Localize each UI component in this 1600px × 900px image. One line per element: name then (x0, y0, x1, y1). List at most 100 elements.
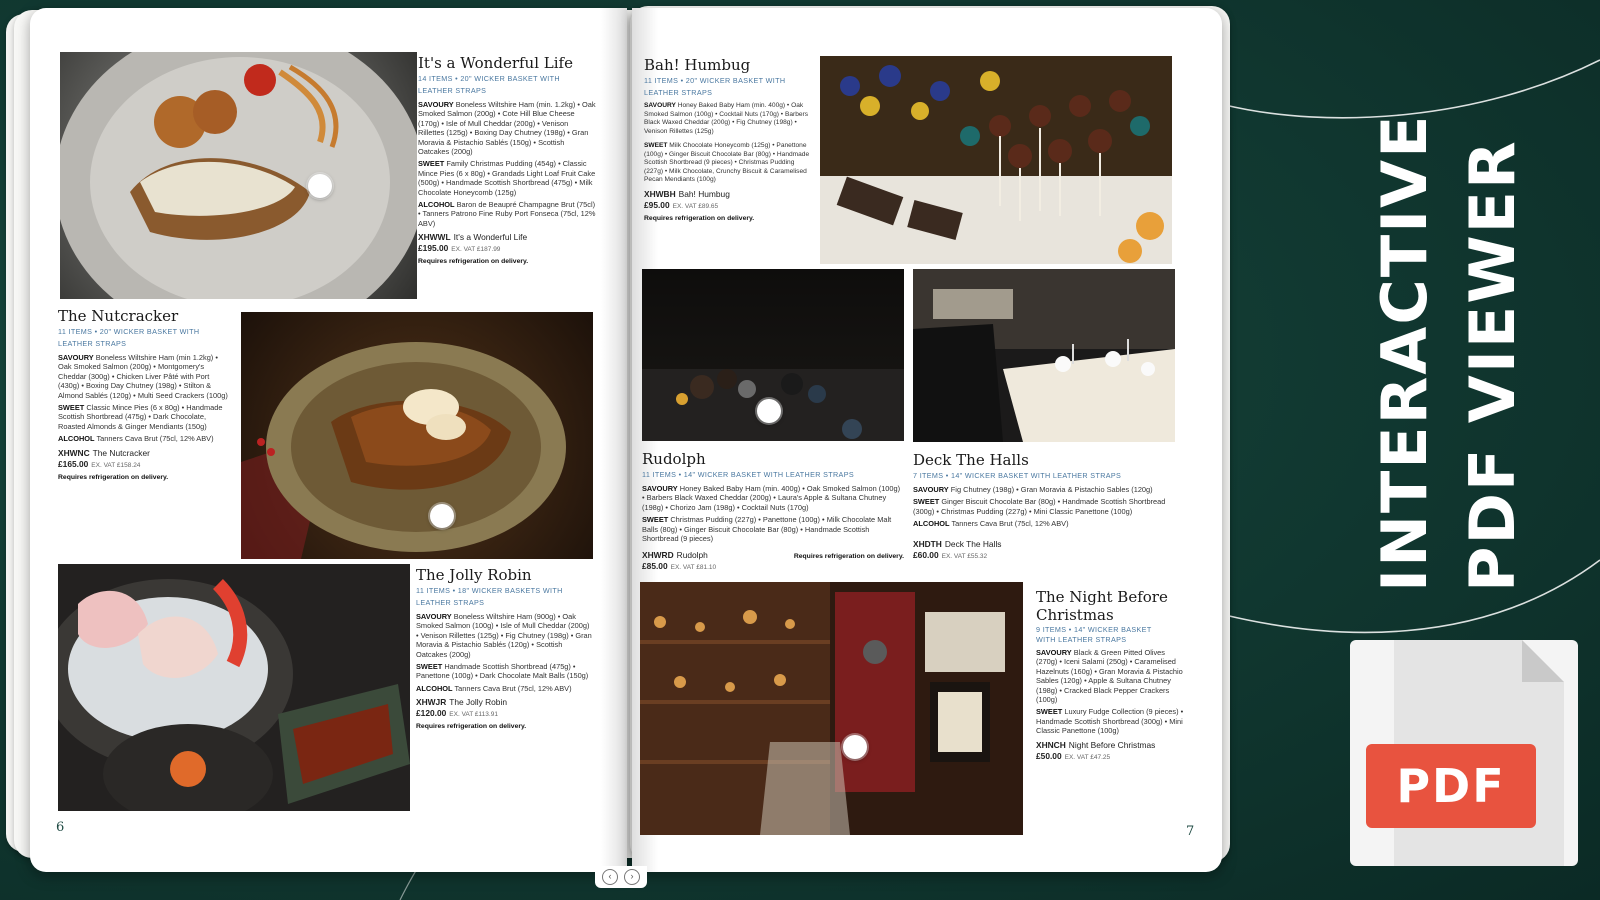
product-meta-line1: 14 ITEMS • 20" WICKER BASKET WITH (418, 74, 560, 83)
code-name: The Jolly Robin (449, 697, 507, 708)
product-title: The Jolly Robin (416, 566, 532, 584)
product-meta-line1: 11 ITEMS • 20" WICKER BASKET WITH (644, 76, 786, 85)
code-id: XHWBH (644, 188, 676, 199)
code-name: It's a Wonderful Life (453, 232, 528, 243)
product-block-jolly-robin: The Jolly Robin 11 ITEMS • 18" WICKER BA… (416, 566, 594, 730)
product-title: Deck The Halls (913, 451, 1029, 469)
product-meta-line1: 11 ITEMS • 20" WICKER BASKET WITH (58, 327, 200, 336)
product-alcohol: ALCOHOL Tanners Cava Brut (75cl, 12% ABV… (913, 519, 1175, 528)
pdf-label: PDF (1366, 744, 1536, 828)
product-meta: 11 ITEMS • 14" WICKER BASKET WITH LEATHE… (642, 469, 904, 481)
product-price: £120.00 EX. VAT £113.91 (416, 708, 594, 720)
product-sweet: SWEET Classic Mince Pies (6 x 80g) • Han… (58, 403, 230, 431)
product-meta-line1: 9 ITEMS • 14" WICKER BASKET (1036, 625, 1152, 634)
left-page-gutter-shadow (601, 8, 627, 872)
product-meta-line1: 7 ITEMS • 14" WICKER BASKET WITH LEATHER… (913, 471, 1122, 480)
banquet-table-illustration (913, 269, 1175, 442)
sweet-text: Christmas Pudding (227g) • Panettone (10… (642, 515, 892, 544)
pdf-file-badge: PDF (1350, 640, 1578, 866)
product-meta-line2: LEATHER STRAPS (418, 86, 487, 95)
product-sweet: SWEET Ginger Biscuit Chocolate Bar (80g)… (913, 497, 1175, 516)
refrigeration-note: Requires refrigeration on delivery. (644, 214, 755, 222)
savoury-label: SAVOURY (644, 102, 676, 109)
photo-hotspot[interactable] (430, 504, 454, 528)
product-title: The Nutcracker (58, 307, 179, 325)
product-meta: 11 ITEMS • 20" WICKER BASKET WITH LEATHE… (58, 326, 230, 350)
product-savoury: SAVOURY Honey Baked Baby Ham (min. 400g)… (644, 102, 812, 136)
product-title: Bah! Humbug (644, 56, 751, 74)
alcohol-label: ALCOHOL (58, 434, 95, 444)
product-price: £50.00 EX. VAT £47.25 (1036, 751, 1184, 763)
savoury-label: SAVOURY (416, 612, 452, 621)
shop-interior-illustration (640, 582, 1023, 835)
product-block-wonderful-life: It's a Wonderful Life 14 ITEMS • 20" WIC… (418, 54, 596, 265)
product-alcohol: ALCOHOL Baron de Beaupré Champagne Brut … (418, 200, 596, 228)
sweet-text: Family Christmas Pudding (454g) • Classi… (418, 159, 596, 197)
product-meta: 7 ITEMS • 14" WICKER BASKET WITH LEATHER… (913, 470, 1175, 482)
code-name: Bah! Humbug (678, 188, 730, 199)
savoury-label: SAVOURY (58, 353, 94, 362)
product-block-nutcracker: The Nutcracker 11 ITEMS • 20" WICKER BAS… (58, 307, 230, 481)
price-ex-vat: EX. VAT £187.99 (451, 246, 501, 254)
headline-line2: PDF VIEWER (1456, 139, 1529, 592)
product-photo-deck-the-halls (913, 269, 1175, 442)
product-photo-nutcracker (241, 312, 593, 559)
sweet-text: Ginger Biscuit Chocolate Bar (80g) • Han… (913, 497, 1166, 516)
price-value: £95.00 (644, 199, 670, 210)
price-value: £60.00 (913, 549, 939, 560)
product-code: XHDTH Deck The Halls (913, 539, 1175, 550)
product-block-night-before-christmas: The Night Before Christmas 9 ITEMS • 14"… (1036, 588, 1184, 763)
product-meta-line2: WITH LEATHER STRAPS (1036, 635, 1127, 644)
photo-hotspot[interactable] (843, 735, 867, 759)
product-sweet: SWEET Handmade Scottish Shortbread (475g… (416, 662, 594, 681)
headline-line1: INTERACTIVE (1368, 113, 1441, 592)
prev-page-button[interactable]: ‹ (602, 869, 618, 885)
page-number-right: 7 (1186, 824, 1195, 839)
page-number-left: 6 (56, 820, 65, 835)
refrigeration-note: Requires refrigeration on delivery. (58, 473, 169, 481)
product-savoury: SAVOURY Boneless Wiltshire Ham (min. 1.2… (418, 100, 596, 156)
product-meta: 11 ITEMS • 20" WICKER BASKET WITH LEATHE… (644, 75, 812, 99)
product-sweet: SWEET Luxury Fudge Collection (9 pieces)… (1036, 707, 1184, 735)
code-id: XHWWL (418, 232, 451, 243)
code-name: Night Before Christmas (1068, 739, 1156, 750)
product-price: £165.00 EX. VAT £158.24 (58, 459, 230, 471)
product-photo-wonderful-life (60, 52, 417, 299)
savoury-text: Honey Baked Baby Ham (min. 400g) • Oak S… (642, 484, 901, 512)
photo-hotspot[interactable] (308, 174, 332, 198)
product-meta-line2: LEATHER STRAPS (416, 598, 485, 607)
sweet-label: SWEET (913, 497, 940, 507)
refrigeration-note: Requires refrigeration on delivery. (793, 553, 904, 561)
product-title-line1: The Night Before (1036, 588, 1168, 606)
price-ex-vat: EX. VAT £47.25 (1064, 753, 1111, 761)
savoury-label: SAVOURY (418, 100, 454, 109)
product-block-deck-the-halls: Deck The Halls 7 ITEMS • 14" WICKER BASK… (913, 451, 1175, 562)
page-navigation: ‹ › (595, 866, 647, 888)
savoury-text: Fig Chutney (198g) • Gran Moravia & Pist… (950, 485, 1153, 494)
product-meta: 11 ITEMS • 18" WICKER BASKETS WITH LEATH… (416, 585, 594, 609)
headline: INTERACTIVE PDF VIEWER (1368, 96, 1548, 596)
alcohol-label: ALCOHOL (913, 519, 950, 529)
price-value: £195.00 (418, 243, 449, 254)
cake-plate-illustration (241, 342, 566, 559)
sweet-label: SWEET (1036, 707, 1063, 717)
product-savoury: SAVOURY Boneless Wiltshire Ham (min 1.2k… (58, 353, 230, 400)
product-code: XHWNC The Nutcracker (58, 448, 230, 459)
product-savoury: SAVOURY Fig Chutney (198g) • Gran Moravi… (913, 485, 1175, 494)
savoury-label: SAVOURY (642, 484, 678, 493)
product-meta-line2: LEATHER STRAPS (644, 88, 713, 97)
product-price: £85.00 EX. VAT £81.10 (642, 561, 716, 573)
product-photo-rudolph (642, 269, 904, 441)
price-value: £120.00 (416, 708, 447, 719)
left-page: It's a Wonderful Life 14 ITEMS • 20" WIC… (30, 8, 627, 872)
cake-pops-illustration (820, 56, 1172, 264)
product-photo-jolly-robin (58, 564, 410, 811)
product-sweet: SWEET Christmas Pudding (227g) • Panetto… (642, 515, 904, 543)
sweet-label: SWEET (58, 403, 85, 413)
price-ex-vat: EX. VAT £158.24 (91, 461, 141, 469)
next-page-button[interactable]: › (624, 869, 640, 885)
photo-hotspot[interactable] (757, 399, 781, 423)
sweet-text: Milk Chocolate Honeycomb (125g) • Panett… (644, 142, 810, 183)
product-code: XHNCH Night Before Christmas (1036, 740, 1184, 751)
product-savoury: SAVOURY Black & Green Pitted Olives (270… (1036, 648, 1184, 704)
